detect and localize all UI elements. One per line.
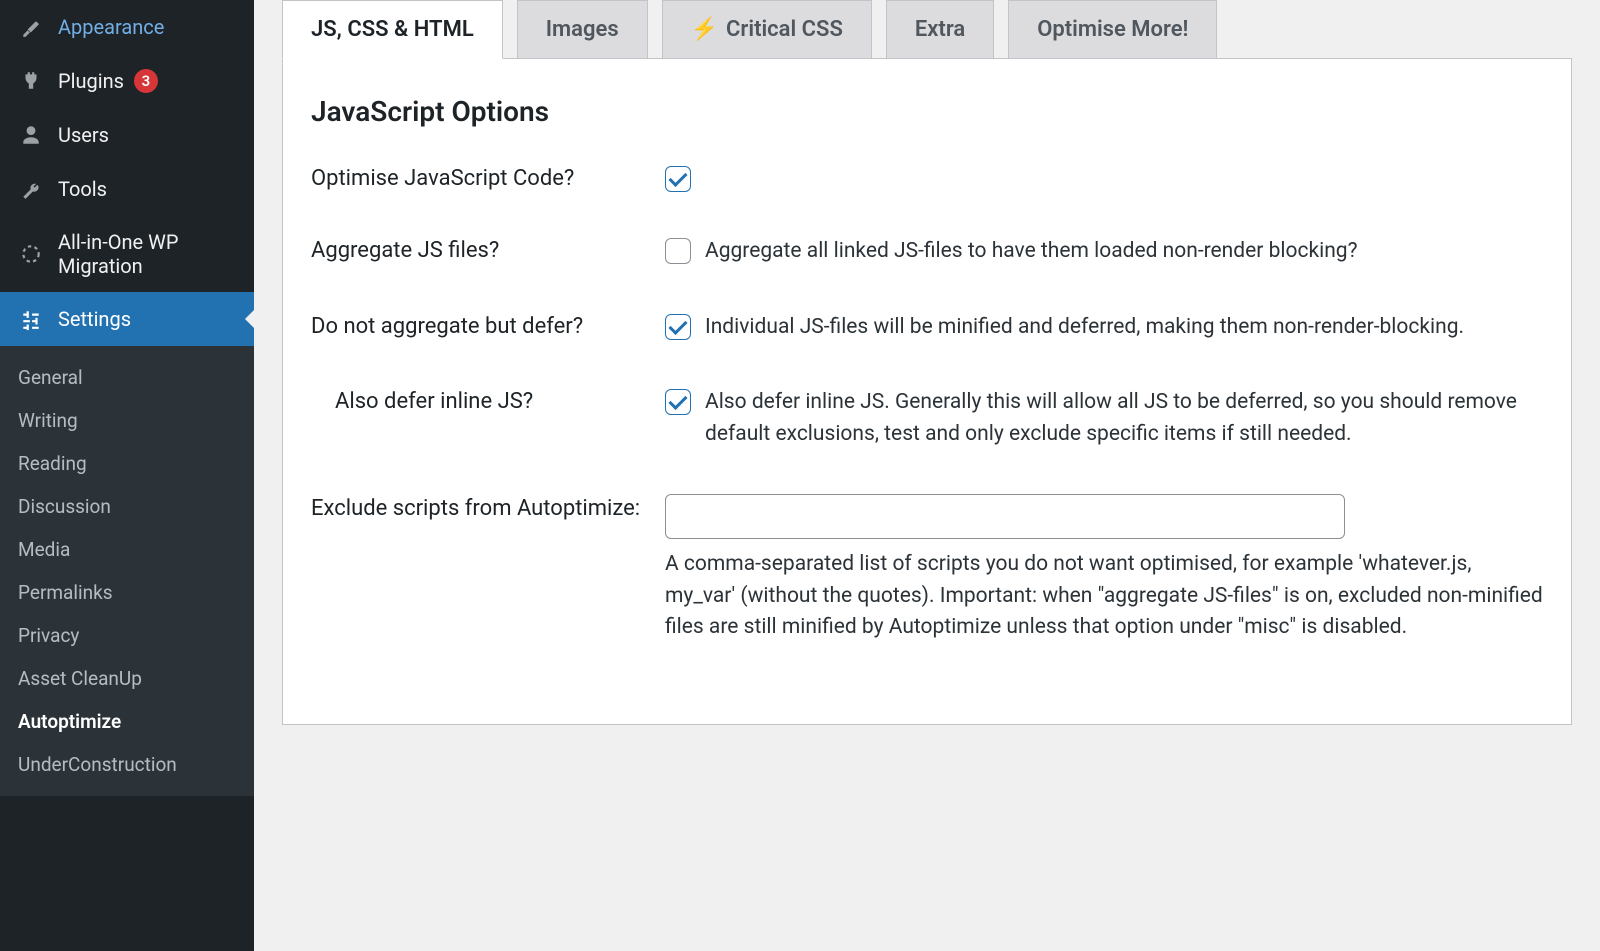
tab-js-css-html[interactable]: JS, CSS & HTML: [282, 0, 503, 59]
checkbox-aggregate-js[interactable]: [665, 238, 691, 264]
sidebar-item-appearance[interactable]: Appearance: [0, 0, 254, 54]
user-icon: [18, 122, 44, 148]
menu-label: Users: [58, 123, 109, 147]
sidebar-item-users[interactable]: Users: [0, 108, 254, 162]
submenu-item-reading[interactable]: Reading: [0, 442, 254, 485]
settings-submenu: General Writing Reading Discussion Media…: [0, 346, 254, 796]
settings-tabs: JS, CSS & HTML Images ⚡ Critical CSS Ext…: [282, 0, 1572, 59]
bolt-icon: ⚡: [691, 17, 718, 42]
input-exclude-scripts[interactable]: [665, 494, 1345, 539]
menu-label: Tools: [58, 177, 107, 201]
row-label: Do not aggregate but defer?: [311, 312, 665, 339]
description: A comma-separated list of scripts you do…: [665, 549, 1543, 644]
submenu-item-permalinks[interactable]: Permalinks: [0, 571, 254, 614]
submenu-item-writing[interactable]: Writing: [0, 399, 254, 442]
tab-label: JS, CSS & HTML: [311, 17, 474, 42]
menu-label: Settings: [58, 307, 131, 331]
sidebar-item-settings[interactable]: Settings: [0, 292, 254, 346]
sliders-icon: [18, 306, 44, 332]
row-label: Also defer inline JS?: [311, 387, 665, 414]
row-aggregate-js: Aggregate JS files? Aggregate all linked…: [311, 236, 1543, 268]
tab-critical-css[interactable]: ⚡ Critical CSS: [662, 0, 872, 59]
description: Individual JS-files will be minified and…: [705, 312, 1464, 344]
menu-label: Appearance: [58, 15, 164, 39]
sidebar-item-tools[interactable]: Tools: [0, 162, 254, 216]
row-label: Optimise JavaScript Code?: [311, 164, 665, 191]
brush-icon: [18, 14, 44, 40]
tab-label: Critical CSS: [726, 17, 843, 42]
circle-dash-icon: [18, 241, 44, 267]
checkbox-optimise-js[interactable]: [665, 166, 691, 192]
tab-label: Extra: [915, 17, 965, 42]
row-defer-inline: Also defer inline JS? Also defer inline …: [311, 387, 1543, 450]
row-optimise-js: Optimise JavaScript Code?: [311, 164, 1543, 192]
submenu-item-discussion[interactable]: Discussion: [0, 485, 254, 528]
checkbox-defer-inline[interactable]: [665, 389, 691, 415]
submenu-item-privacy[interactable]: Privacy: [0, 614, 254, 657]
tab-optimise-more[interactable]: Optimise More!: [1008, 0, 1217, 59]
checkbox-defer-not-aggregate[interactable]: [665, 314, 691, 340]
tab-images[interactable]: Images: [517, 0, 648, 59]
menu-label: All-in-One WP Migration: [58, 230, 236, 278]
description: Aggregate all linked JS-files to have th…: [705, 236, 1358, 268]
row-exclude-scripts: Exclude scripts from Autoptimize: A comm…: [311, 494, 1543, 644]
wrench-icon: [18, 176, 44, 202]
tab-extra[interactable]: Extra: [886, 0, 994, 59]
update-badge: 3: [134, 69, 158, 93]
submenu-item-general[interactable]: General: [0, 356, 254, 399]
section-heading: JavaScript Options: [311, 95, 1543, 128]
row-label: Exclude scripts from Autoptimize:: [311, 494, 665, 521]
row-defer-not-aggregate: Do not aggregate but defer? Individual J…: [311, 312, 1543, 344]
description: Also defer inline JS. Generally this wil…: [705, 387, 1543, 450]
submenu-item-autoptimize[interactable]: Autoptimize: [0, 700, 254, 743]
plug-icon: [18, 68, 44, 94]
main-content: JS, CSS & HTML Images ⚡ Critical CSS Ext…: [254, 0, 1600, 951]
menu-label: Plugins: [58, 69, 124, 93]
settings-panel: JavaScript Options Optimise JavaScript C…: [282, 58, 1572, 725]
tab-label: Images: [546, 17, 619, 42]
submenu-item-underconstruction[interactable]: UnderConstruction: [0, 743, 254, 786]
row-label: Aggregate JS files?: [311, 236, 665, 263]
submenu-item-asset-cleanup[interactable]: Asset CleanUp: [0, 657, 254, 700]
tab-label: Optimise More!: [1037, 17, 1188, 42]
submenu-item-media[interactable]: Media: [0, 528, 254, 571]
sidebar-item-plugins[interactable]: Plugins 3: [0, 54, 254, 108]
wp-admin-sidebar: Appearance Plugins 3 Users Tools All-in-…: [0, 0, 254, 951]
sidebar-item-migration[interactable]: All-in-One WP Migration: [0, 216, 254, 292]
